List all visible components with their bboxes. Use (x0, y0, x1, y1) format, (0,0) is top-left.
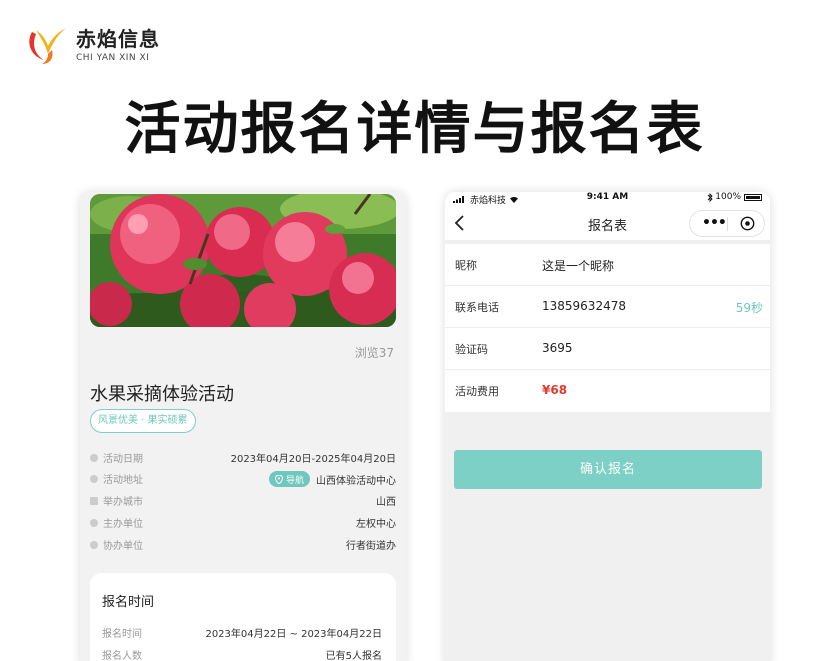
activity-hero-image[interactable] (90, 194, 396, 327)
form-row-phone: 联系电话 13859632478 59秒 (445, 286, 770, 328)
navigate-button[interactable]: 导航 (268, 471, 310, 487)
organizer-icon (90, 518, 98, 527)
sms-countdown-button[interactable]: 59秒 (736, 299, 763, 316)
mini-program-capsule: ••• (689, 210, 765, 237)
info-row-organizer: 主办单位 左权中心 (90, 515, 396, 531)
activity-title: 水果采摘体验活动 (90, 384, 234, 405)
nav-bar: 报名表 ••• (445, 206, 770, 240)
calendar-icon (90, 453, 98, 462)
form-row-code: 验证码 3695 (445, 328, 770, 370)
bluetooth-icon (707, 192, 713, 202)
signup-form-screen: 赤焰科技 9:41 AM 100% 报名表 ••• 昵称 这是一个昵称 联系电话… (445, 192, 770, 661)
view-count: 浏览37 (354, 346, 394, 360)
apples-photo (90, 194, 396, 327)
close-circle-icon[interactable] (740, 216, 755, 231)
battery-icon (744, 193, 762, 201)
status-bar: 赤焰科技 9:41 AM 100% (445, 192, 770, 206)
activity-tag: 风景优美 · 果实硕累 (90, 409, 196, 433)
brand-name: 赤焰信息 (76, 27, 160, 51)
activity-fee: ¥68 (542, 383, 568, 397)
nickname-input[interactable]: 这是一个昵称 (542, 257, 614, 274)
more-icon[interactable]: ••• (702, 215, 727, 231)
co-organizer-icon (90, 540, 98, 549)
info-row-city: 举办城市 山西 (90, 493, 396, 509)
brand: 赤焰信息 CHI YAN XIN XI (22, 20, 160, 66)
form-row-nickname: 昵称 这是一个昵称 (445, 244, 770, 286)
signup-time-card: 报名时间 报名时间 2023年04月22日 ~ 2023年04月22日 报名人数… (90, 573, 396, 661)
brand-logo-icon (29, 28, 66, 64)
page: 赤焰信息 CHI YAN XIN XI 活动报名详情与报名表 浏览37 水果采摘… (0, 0, 829, 661)
verification-code-input[interactable]: 3695 (542, 341, 573, 355)
info-row-date: 活动日期 2023年04月20日-2025年04月20日 (90, 450, 396, 466)
location-pin-icon (274, 474, 283, 484)
page-headline: 活动报名详情与报名表 (124, 97, 705, 162)
activity-detail-screen: 浏览37 水果采摘体验活动 风景优美 · 果实硕累 活动日期 2023年04月2… (80, 192, 406, 661)
info-row-address: 活动地址 导航 山西体验活动中心 (90, 471, 396, 487)
brand-subtitle: CHI YAN XIN XI (76, 53, 150, 63)
form-row-fee: 活动费用 ¥68 (455, 383, 568, 398)
phone-input[interactable]: 13859632478 (542, 299, 626, 313)
location-icon (90, 474, 98, 483)
city-icon (90, 496, 98, 505)
info-row-co-organizer: 协办单位 行者街道办 (90, 537, 396, 553)
signup-card-title: 报名时间 (102, 595, 155, 610)
battery-level: 100% (715, 192, 741, 202)
signup-form: 昵称 这是一个昵称 联系电话 13859632478 59秒 验证码 3695 … (445, 244, 770, 412)
confirm-signup-button[interactable]: 确认报名 (454, 450, 762, 489)
